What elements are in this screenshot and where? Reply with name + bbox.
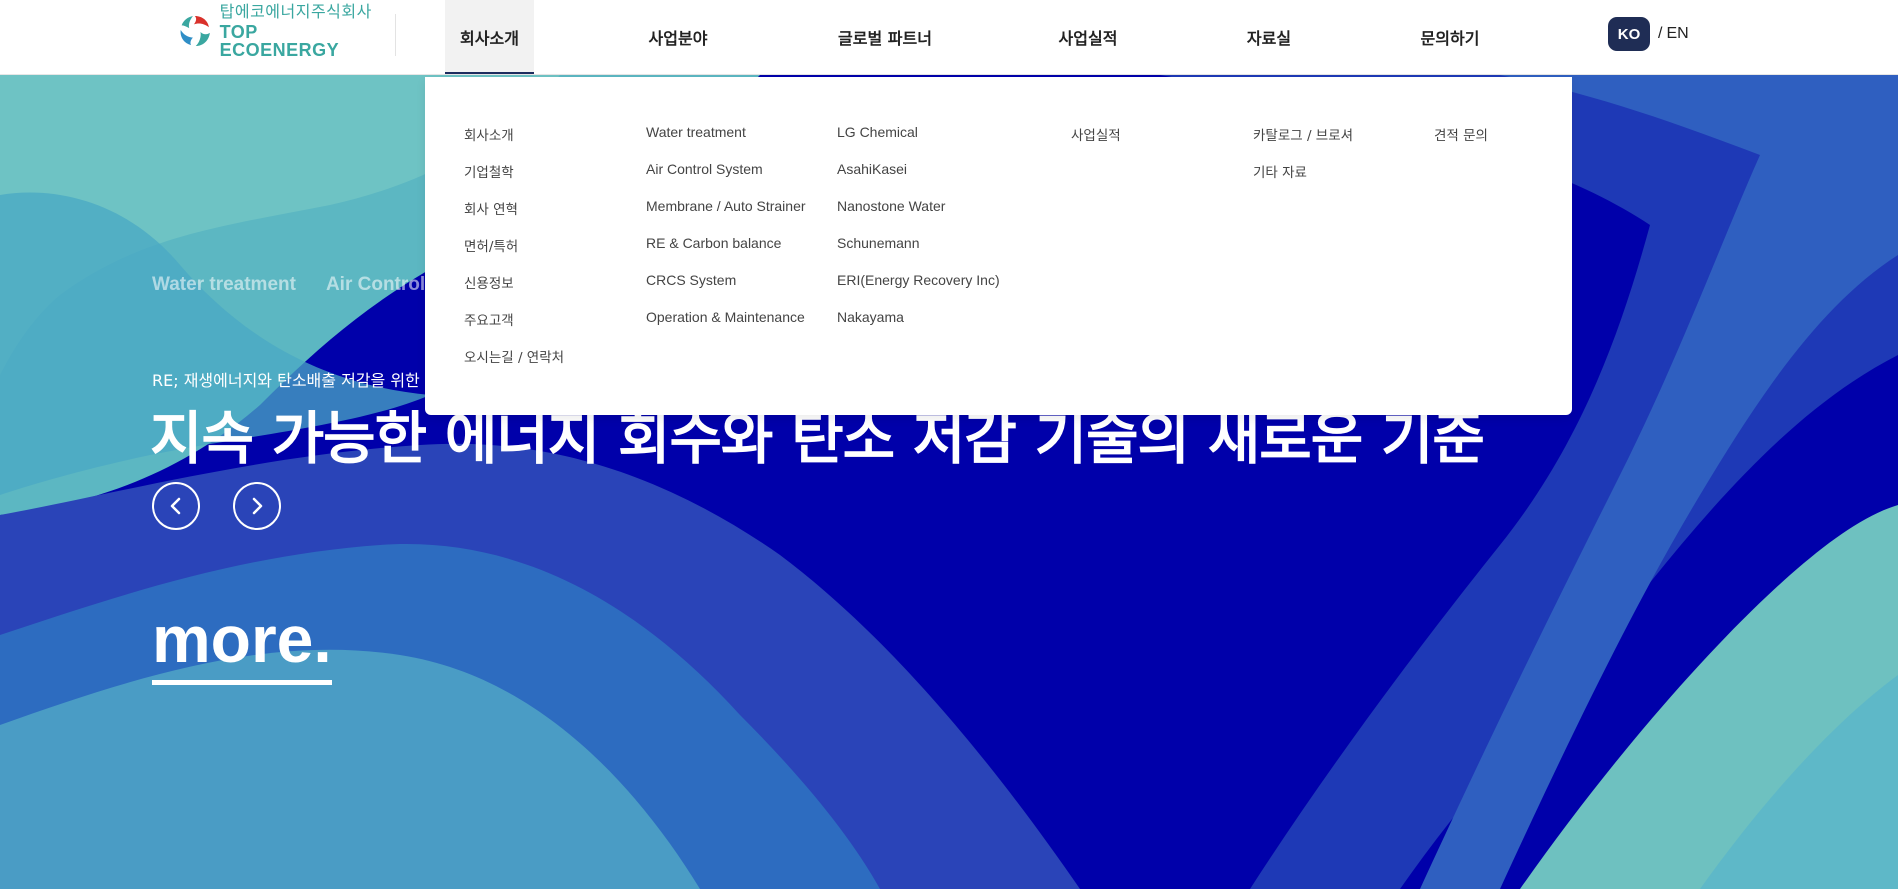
menu-item-re-carbon[interactable]: RE & Carbon balance bbox=[646, 235, 806, 272]
prev-slide-button[interactable] bbox=[152, 482, 200, 530]
menu-column-performance: 사업실적 bbox=[1071, 124, 1121, 161]
menu-column-resources: 카탈로그 / 브로셔 기타 자료 bbox=[1253, 124, 1353, 198]
menu-column-company: 회사소개 기업철학 회사 연혁 면허/특허 신용정보 주요고객 오시는길 / 연… bbox=[464, 124, 564, 383]
brand-name-en: TOP ECOENERGY bbox=[219, 21, 340, 60]
nav-item-business[interactable]: 사업분야 bbox=[628, 0, 728, 74]
site-header: 탑에코에너지주식회사 TOP ECOENERGY 회사소개 사업분야 글로벌 파… bbox=[0, 0, 1898, 75]
menu-item-nakayama[interactable]: Nakayama bbox=[837, 309, 1000, 346]
menu-item-asahikasei[interactable]: AsahiKasei bbox=[837, 161, 1000, 198]
menu-column-business: Water treatment Air Control System Membr… bbox=[646, 124, 806, 346]
menu-item-membrane[interactable]: Membrane / Auto Strainer bbox=[646, 198, 806, 235]
menu-item-schunemann[interactable]: Schunemann bbox=[837, 235, 1000, 272]
hero-tabs: Water treatment Air Control bbox=[152, 274, 425, 296]
header-divider bbox=[395, 14, 396, 56]
mega-menu-dropdown: 회사소개 기업철학 회사 연혁 면허/특허 신용정보 주요고객 오시는길 / 연… bbox=[425, 77, 1572, 415]
menu-item-quote[interactable]: 견적 문의 bbox=[1434, 124, 1488, 161]
menu-item-about[interactable]: 회사소개 bbox=[464, 124, 564, 161]
menu-item-philosophy[interactable]: 기업철학 bbox=[464, 161, 564, 198]
menu-item-crcs[interactable]: CRCS System bbox=[646, 272, 806, 309]
menu-item-operation[interactable]: Operation & Maintenance bbox=[646, 309, 806, 346]
menu-item-lg-chemical[interactable]: LG Chemical bbox=[837, 124, 1000, 161]
lang-en-button[interactable]: EN bbox=[1666, 25, 1688, 43]
menu-item-water-treatment[interactable]: Water treatment bbox=[646, 124, 806, 161]
menu-column-contact: 견적 문의 bbox=[1434, 124, 1488, 161]
menu-item-air-control[interactable]: Air Control System bbox=[646, 161, 806, 198]
menu-item-eri[interactable]: ERI(Energy Recovery Inc) bbox=[837, 272, 1000, 309]
language-switcher: KO / EN bbox=[1608, 17, 1689, 51]
menu-item-location[interactable]: 오시는길 / 연락처 bbox=[464, 346, 564, 383]
site-logo[interactable]: 탑에코에너지주식회사 TOP ECOENERGY bbox=[176, 3, 381, 59]
nav-item-partners[interactable]: 글로벌 파트너 bbox=[820, 0, 950, 74]
chevron-left-icon bbox=[170, 497, 181, 515]
chevron-right-icon bbox=[252, 497, 263, 515]
lang-separator: / bbox=[1658, 25, 1663, 42]
menu-item-nanostone[interactable]: Nanostone Water bbox=[837, 198, 1000, 235]
menu-item-catalog[interactable]: 카탈로그 / 브로셔 bbox=[1253, 124, 1353, 161]
menu-item-performance[interactable]: 사업실적 bbox=[1071, 124, 1121, 161]
nav-item-contact[interactable]: 문의하기 bbox=[1400, 0, 1500, 74]
logo-text: 탑에코에너지주식회사 TOP ECOENERGY bbox=[219, 1, 381, 60]
brand-name-ko: 탑에코에너지주식회사 bbox=[219, 1, 372, 21]
menu-item-history[interactable]: 회사 연혁 bbox=[464, 198, 564, 235]
menu-item-other-materials[interactable]: 기타 자료 bbox=[1253, 161, 1353, 198]
hero-subtitle: RE; 재생에너지와 탄소배출 저감을 위한 bbox=[152, 371, 420, 390]
hero-tab-air[interactable]: Air Control bbox=[326, 274, 425, 296]
more-link[interactable]: more. bbox=[152, 606, 332, 685]
swirl-logo-icon bbox=[180, 15, 210, 47]
nav-item-company[interactable]: 회사소개 bbox=[445, 0, 534, 74]
lang-ko-button[interactable]: KO bbox=[1608, 17, 1650, 51]
hero-tab-water[interactable]: Water treatment bbox=[152, 274, 296, 296]
menu-item-clients[interactable]: 주요고객 bbox=[464, 309, 564, 346]
nav-item-resources[interactable]: 자료실 bbox=[1219, 0, 1319, 74]
menu-item-credit[interactable]: 신용정보 bbox=[464, 272, 564, 309]
menu-item-licenses[interactable]: 면허/특허 bbox=[464, 235, 564, 272]
next-slide-button[interactable] bbox=[233, 482, 281, 530]
nav-item-performance[interactable]: 사업실적 bbox=[1038, 0, 1138, 74]
menu-column-partners: LG Chemical AsahiKasei Nanostone Water S… bbox=[837, 124, 1000, 346]
